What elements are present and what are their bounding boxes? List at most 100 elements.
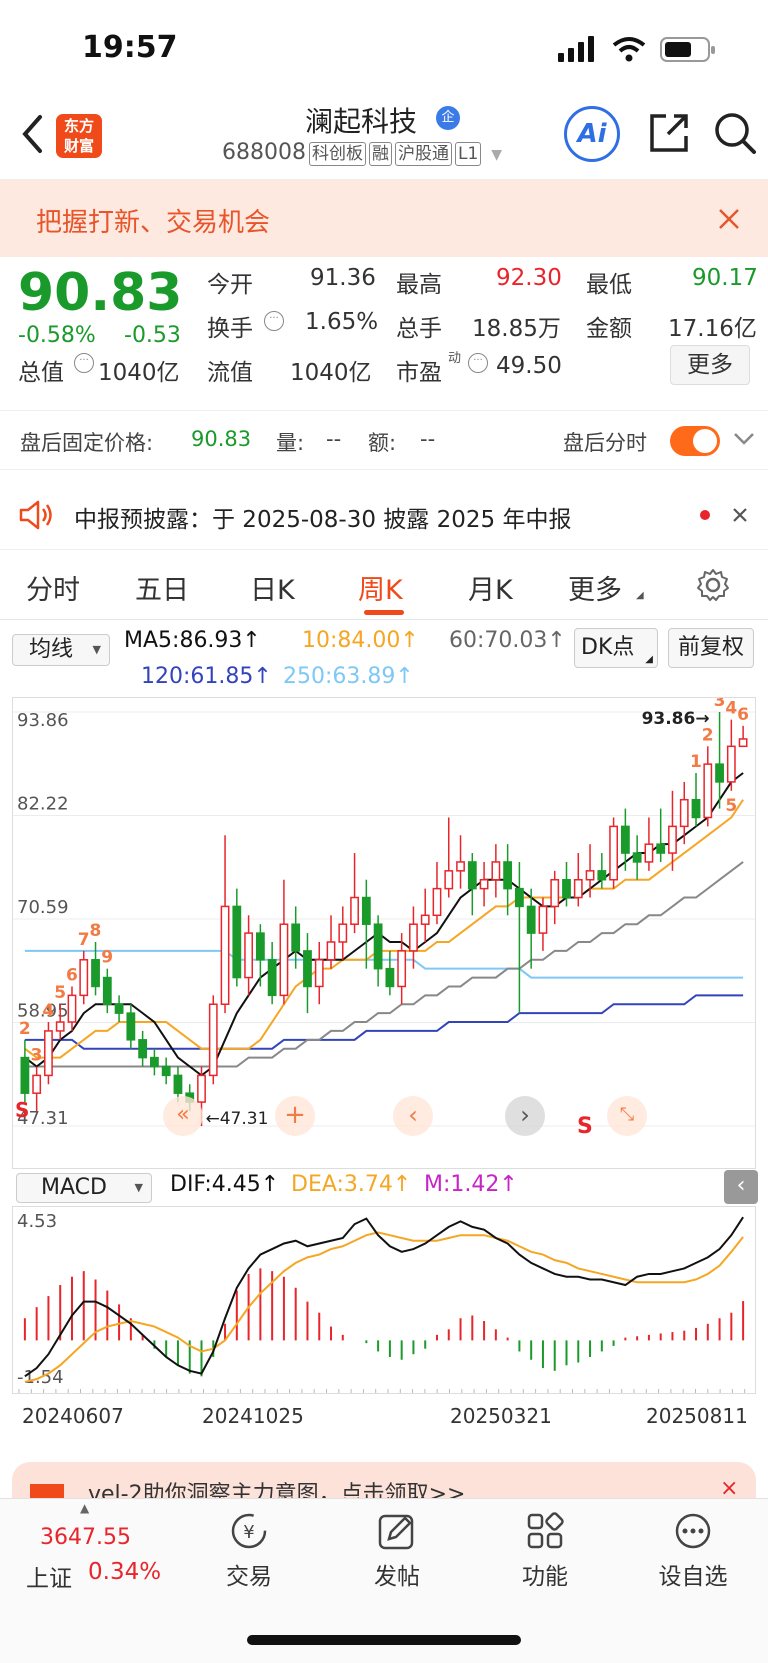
settings-gear-icon[interactable] [696, 568, 730, 602]
dk-point-button[interactable]: DK点 ◢ [574, 628, 658, 668]
nav-features[interactable]: 功能 [490, 1511, 600, 1591]
chevron-down-icon[interactable] [733, 431, 755, 447]
candle-body [232, 905, 242, 979]
sequence-marker: 2 [19, 1019, 31, 1039]
candle-body [326, 941, 336, 961]
nav-features-label: 功能 [522, 1564, 568, 1590]
sequence-marker: 4 [725, 699, 737, 719]
candle-body [562, 878, 571, 899]
tab-more[interactable]: 更多 [568, 568, 622, 607]
macd-select[interactable]: MACD ▼ [16, 1173, 152, 1203]
macd-chart[interactable]: 4.53 -1.54 [12, 1206, 756, 1394]
code-dropdown-icon[interactable]: ▼ [491, 147, 502, 163]
nav-post[interactable]: 发帖 [342, 1511, 452, 1591]
candle-body [397, 950, 407, 988]
high-value: 92.30 [496, 265, 562, 291]
post-icon [378, 1514, 414, 1550]
candle-body [573, 878, 583, 899]
sell-marker-s: S [15, 1098, 30, 1122]
close-icon[interactable] [732, 507, 748, 523]
notice-text: 中报预披露：于 2025-08-30 披露 2025 年中报 [74, 507, 572, 533]
ai-button[interactable]: Ai [564, 106, 620, 162]
info-icon[interactable]: ··· [468, 353, 488, 373]
share-icon[interactable] [646, 110, 692, 156]
tab-weekly-k[interactable]: 周K [358, 568, 403, 607]
low-value: 90.17 [692, 265, 758, 291]
kline-chart[interactable]: 93.86 82.22 70.59 58.95 47.31 2 3 4 5 6 7 8 9 1 2 3 4 5 6 9… [12, 691, 756, 1169]
nav-add-watchlist[interactable]: 设自选 [638, 1511, 748, 1591]
candle-body [55, 1021, 65, 1032]
notice-bar[interactable]: 中报预披露：于 2025-08-30 披露 2025 年中报 [0, 480, 768, 550]
candle-body [91, 959, 100, 988]
info-icon[interactable]: ··· [74, 353, 94, 373]
date-label: 20250811 [646, 1404, 748, 1428]
candle-body [255, 932, 265, 961]
dea-value: DEA:3.74↑ [291, 1172, 412, 1197]
search-icon[interactable] [712, 110, 758, 156]
y-tick-label: 70.59 [17, 897, 69, 918]
mktcap-value: 1040亿 [98, 360, 180, 386]
back-arrow-icon[interactable] [20, 114, 44, 154]
sequence-marker: 8 [90, 921, 102, 941]
candle-body [150, 1056, 159, 1068]
sequence-marker: 4 [42, 1001, 54, 1021]
date-label: 20240607 [22, 1404, 124, 1428]
verified-badge-icon: 企 [436, 106, 460, 130]
candle-body [585, 870, 595, 881]
candle-body [703, 763, 713, 819]
candle-body [550, 878, 560, 908]
candle-body [609, 825, 618, 881]
adjust-button[interactable]: 前复权 [668, 628, 754, 668]
tab-five-day[interactable]: 五日 [135, 568, 189, 607]
sequence-marker: 3 [714, 698, 726, 711]
indicator-select[interactable]: 均线 ▼ [12, 634, 110, 666]
candle-body [32, 1074, 42, 1094]
candle-body [432, 887, 442, 917]
candle-body [526, 905, 536, 934]
candle-body [244, 932, 253, 979]
speaker-icon [19, 500, 52, 530]
after-hours-amt-label: 额: [368, 431, 397, 455]
turnover-value: 1.65% [305, 309, 379, 335]
indicator-select-label: 均线 [29, 637, 74, 662]
scroll-left-button[interactable]: ‹ [393, 1096, 433, 1136]
candle-body [656, 843, 666, 854]
macd-select-label: MACD [41, 1175, 107, 1200]
fullscreen-icon[interactable]: ⤡ [607, 1096, 647, 1136]
scroll-right-button[interactable]: › [505, 1096, 545, 1136]
collapse-panel-button[interactable]: ‹ [724, 1170, 758, 1204]
candle-body [409, 923, 418, 952]
candle-body [161, 1065, 171, 1077]
candle-body [279, 923, 289, 997]
stock-code-row: 688008 科创板融沪股通 L1 ▼ [222, 140, 502, 166]
rewind-button[interactable]: « [163, 1096, 203, 1136]
promo-banner[interactable]: 把握打新、交易机会 [0, 180, 768, 257]
nav-trade[interactable]: ¥ 交易 [194, 1511, 304, 1591]
kline-svg: 93.8682.2270.5958.9547.31234567 89123 4569… [13, 691, 755, 1129]
max-price-label: 93.86→ [642, 709, 710, 729]
stock-header: 东方 财富 澜起科技 企 688008 科创板融沪股通 L1 ▼ Ai [0, 100, 768, 180]
close-icon[interactable] [718, 208, 740, 230]
index-name[interactable]: 上证 [26, 1559, 72, 1593]
logo-line1: 东方 [63, 117, 94, 135]
index-value[interactable]: 3647.55 [40, 1525, 131, 1550]
more-dots-icon [675, 1513, 711, 1549]
close-icon[interactable]: × [720, 1476, 738, 1500]
last-price: 90.83 [18, 263, 183, 323]
index-change[interactable]: 0.34% [88, 1559, 161, 1585]
dif-value: DIF:4.45↑ [170, 1172, 280, 1197]
more-button[interactable]: 更多 [670, 345, 750, 385]
sequence-marker: 7 [78, 930, 90, 950]
pe-value: 49.50 [496, 353, 562, 379]
tab-daily-k[interactable]: 日K [250, 568, 295, 607]
info-icon[interactable]: ··· [264, 311, 284, 331]
candle-body [444, 870, 454, 890]
level2-ad-banner[interactable]: vel-2助你洞察主力意图，点击领取>> × [12, 1462, 756, 1500]
candle-body [738, 738, 748, 748]
after-hours-toggle[interactable] [670, 426, 720, 456]
ma5-value: MA5:86.93↑ [124, 628, 261, 653]
tab-monthly-k[interactable]: 月K [468, 568, 513, 607]
zoom-in-button[interactable]: + [275, 1096, 315, 1136]
candle-body [67, 994, 77, 1023]
tab-intraday[interactable]: 分时 [26, 568, 80, 607]
